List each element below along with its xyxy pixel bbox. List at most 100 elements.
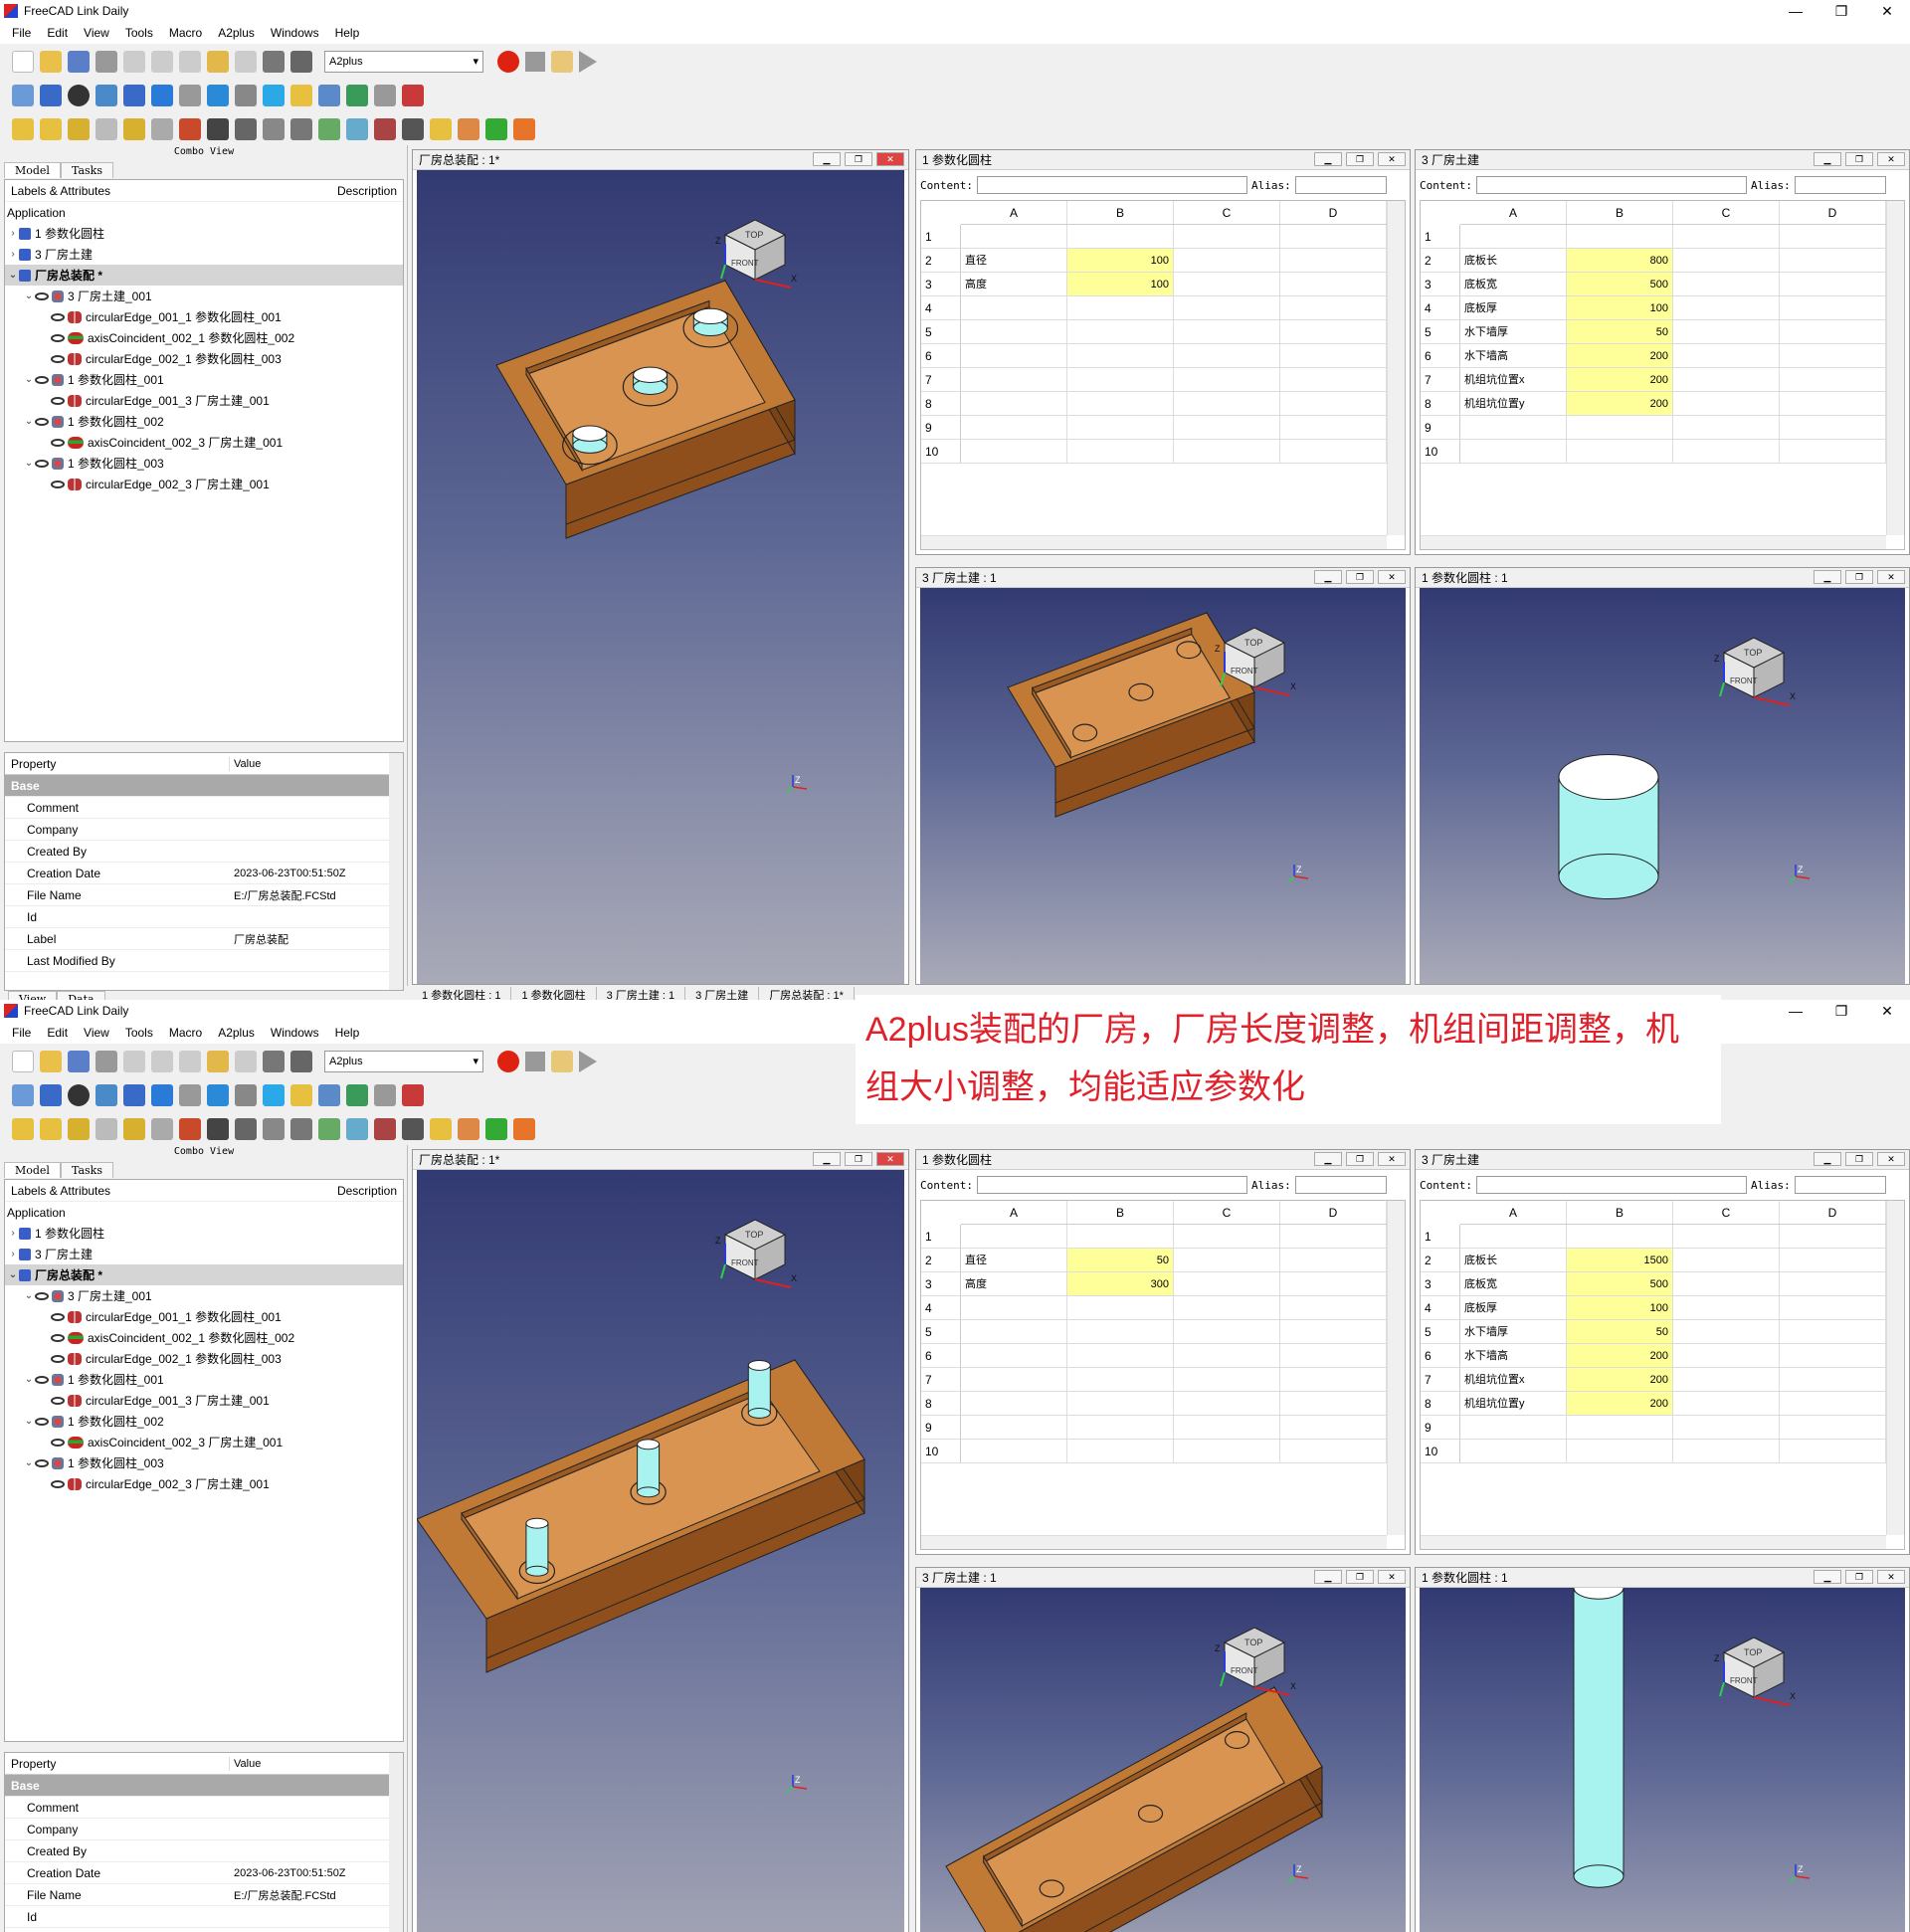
part-icon[interactable] [290,85,312,106]
visibility-eye-icon[interactable] [35,1417,49,1426]
cell-b1[interactable] [1567,1225,1673,1248]
cell-d5[interactable] [1780,320,1886,343]
menu-file[interactable]: File [4,26,39,40]
cell-d10[interactable] [1280,1440,1387,1462]
nav-forward-icon[interactable] [179,1084,201,1106]
tree-item[interactable]: axisCoincident_002_1 参数化圆柱_002 [5,1327,403,1348]
column-header-b[interactable]: B [1567,1201,1673,1224]
visibility-eye-icon[interactable] [51,333,65,342]
coordinate-system-icon[interactable] [402,1084,424,1106]
cell-a4[interactable]: 底板厚 [1460,1296,1567,1319]
a2p-edit-icon[interactable] [123,1118,145,1140]
visibility-eye-icon[interactable] [51,438,65,447]
property-scrollbar[interactable] [389,1753,403,1932]
axonometric-icon[interactable] [96,85,117,106]
property-value[interactable]: 厂房总装配 [230,931,403,947]
measure-icon[interactable] [263,1084,285,1106]
cell-c3[interactable] [1673,1272,1780,1295]
expand-arrow-icon[interactable]: ⌄ [23,416,35,427]
row-header[interactable]: 3 [1421,1272,1460,1295]
row-header[interactable]: 6 [1421,1344,1460,1367]
zoom-box-icon[interactable] [123,85,145,106]
cell-a2[interactable]: 直径 [961,1249,1067,1271]
link-icon[interactable] [346,1084,368,1106]
tree-item[interactable]: ⌄ 1 参数化圆柱_003 [5,453,403,474]
visibility-eye-icon[interactable] [35,1291,49,1300]
window-maximize-button[interactable]: ❐ [1845,1570,1873,1584]
cell-c2[interactable] [1174,249,1280,272]
building-viewport[interactable]: TOP FRONT X Z Z [920,588,1406,984]
nav-back-icon[interactable] [151,1084,173,1106]
fit-all-icon[interactable] [12,1084,34,1106]
a2p-delete-constraint-icon[interactable] [207,118,229,140]
tree-item[interactable]: axisCoincident_002_3 厂房土建_001 [5,1432,403,1452]
nav-up-icon[interactable] [207,85,229,106]
vertical-scrollbar[interactable] [1387,1201,1405,1535]
column-header-a[interactable]: A [1460,201,1567,224]
window-close-button[interactable]: ✕ [1378,570,1406,584]
building-sheet-grid[interactable]: A B C D 1 2 底板长 800 3 底板宽 500 4 底板厚 100 5 水下墙厚 50 6 水下墙高 20… [1420,200,1905,550]
alias-input[interactable] [1294,176,1387,194]
std-view-icon[interactable] [235,1084,257,1106]
measure-icon[interactable] [263,85,285,106]
a2p-add-part-icon[interactable] [12,1118,34,1140]
group-icon[interactable] [318,85,340,106]
column-header-c[interactable]: C [1174,201,1280,224]
cell-a3[interactable]: 高度 [961,273,1067,295]
refresh-icon[interactable] [263,1051,285,1072]
menu-tools[interactable]: Tools [117,1026,161,1040]
nav-forward-icon[interactable] [179,85,201,106]
cell-a8[interactable] [961,1392,1067,1415]
property-row[interactable]: File Name E:/厂房总装配.FCStd [5,1884,403,1906]
row-header[interactable]: 9 [921,416,961,439]
link-icon[interactable] [346,85,368,106]
menu-help[interactable]: Help [327,1026,368,1040]
a2p-convert-icon[interactable] [96,118,117,140]
a2p-point-constraint-icon[interactable] [235,1118,257,1140]
visibility-eye-icon[interactable] [51,1396,65,1405]
column-header-b[interactable]: B [1067,1201,1174,1224]
horizontal-scrollbar[interactable] [921,1535,1387,1549]
cell-d9[interactable] [1280,1416,1387,1439]
part-icon[interactable] [290,1084,312,1106]
a2p-lock-icon[interactable] [458,1118,479,1140]
cell-b4[interactable]: 100 [1567,1296,1673,1319]
cell-b3[interactable]: 500 [1567,273,1673,295]
cell-b7[interactable] [1067,1368,1174,1391]
cell-a9[interactable] [1460,416,1567,439]
nav-back-icon[interactable] [151,85,173,106]
cell-b8[interactable] [1067,392,1174,415]
cell-a2[interactable]: 直径 [961,249,1067,272]
visibility-eye-icon[interactable] [35,1375,49,1384]
cell-b9[interactable] [1567,416,1673,439]
cell-d5[interactable] [1280,1320,1387,1343]
cell-a1[interactable] [961,1225,1067,1248]
tree-item[interactable]: circularEdge_002_1 参数化圆柱_003 [5,1348,403,1369]
window-close-button[interactable]: ✕ [1378,1570,1406,1584]
cell-c3[interactable] [1174,1272,1280,1295]
row-header[interactable]: 8 [921,1392,961,1415]
cell-a7[interactable]: 机组坑位置x [1460,368,1567,391]
cell-a8[interactable] [961,392,1067,415]
tree-header-labels[interactable]: Labels & Attributes [11,184,110,198]
cell-a8[interactable]: 机组坑位置y [1460,1392,1567,1415]
cell-b10[interactable] [1067,440,1174,463]
cell-d5[interactable] [1280,320,1387,343]
window-minimize-button[interactable]: ▁ [1314,1152,1342,1166]
cell-b2[interactable]: 800 [1567,249,1673,272]
column-header-d[interactable]: D [1280,201,1387,224]
tree-item[interactable]: axisCoincident_002_1 参数化圆柱_002 [5,327,403,348]
horizontal-scrollbar[interactable] [921,535,1387,549]
tree-item[interactable]: circularEdge_001_1 参数化圆柱_001 [5,306,403,327]
expand-arrow-icon[interactable]: ⌄ [23,458,35,469]
a2p-angle-constraint-icon[interactable] [318,1118,340,1140]
cell-d10[interactable] [1780,440,1886,463]
cell-d7[interactable] [1280,368,1387,391]
column-header-a[interactable]: A [961,1201,1067,1224]
cell-b4[interactable] [1067,296,1174,319]
cell-d4[interactable] [1780,1296,1886,1319]
a2p-duplicate-icon[interactable] [68,118,90,140]
expand-arrow-icon[interactable]: ⌄ [23,1457,35,1468]
row-header[interactable]: 6 [921,1344,961,1367]
tab-model[interactable]: Model [4,1162,61,1178]
